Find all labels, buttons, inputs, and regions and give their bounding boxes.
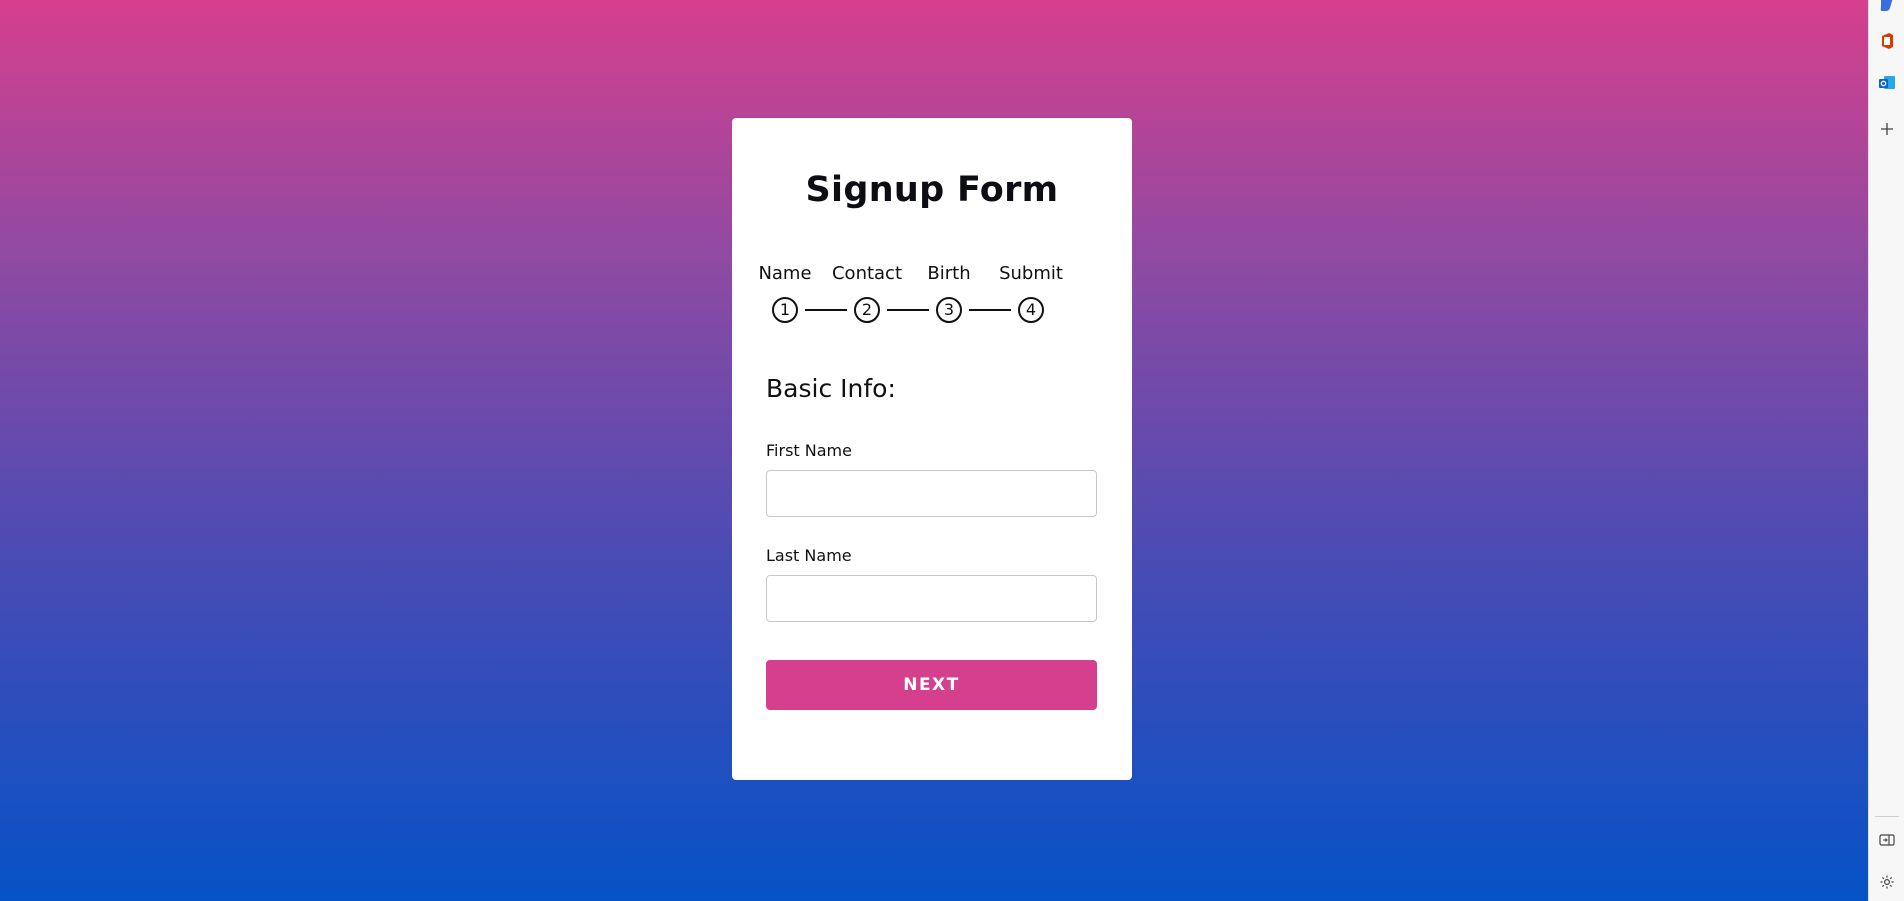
step-name: Name 1 — [740, 262, 830, 323]
first-name-input[interactable] — [766, 470, 1097, 517]
step-number: 4 — [1018, 297, 1044, 323]
signup-card: Signup Form Name 1 Contact 2 Birth 3 Sub… — [732, 118, 1132, 780]
outlook-icon[interactable] — [1877, 73, 1897, 93]
office-icon[interactable] — [1877, 31, 1897, 51]
step-label: Birth — [927, 263, 971, 284]
step-birth: Birth 3 — [904, 262, 994, 323]
section-title: Basic Info: — [766, 374, 896, 403]
sidebar-divider — [1875, 816, 1899, 817]
first-name-label: First Name — [766, 441, 852, 460]
settings-icon[interactable] — [1877, 872, 1897, 892]
step-number: 1 — [772, 297, 798, 323]
sidebar-toggle-icon[interactable] — [1877, 830, 1897, 850]
step-label: Contact — [831, 263, 903, 284]
add-icon[interactable] — [1877, 119, 1897, 139]
step-label: Submit — [999, 263, 1063, 284]
copilot-icon[interactable] — [1877, 0, 1897, 14]
page-background: Signup Form Name 1 Contact 2 Birth 3 Sub… — [0, 0, 1868, 901]
last-name-input[interactable] — [766, 575, 1097, 622]
browser-sidebar — [1868, 0, 1904, 901]
step-number: 2 — [854, 297, 880, 323]
step-label: Name — [758, 263, 812, 284]
next-button[interactable]: NEXT — [766, 660, 1097, 710]
last-name-label: Last Name — [766, 546, 852, 565]
step-progress: Name 1 Contact 2 Birth 3 Submit 4 — [758, 262, 1092, 332]
form-title: Signup Form — [805, 170, 1059, 210]
step-contact: Contact 2 — [822, 262, 912, 323]
step-number: 3 — [936, 297, 962, 323]
step-submit: Submit 4 — [986, 262, 1076, 323]
